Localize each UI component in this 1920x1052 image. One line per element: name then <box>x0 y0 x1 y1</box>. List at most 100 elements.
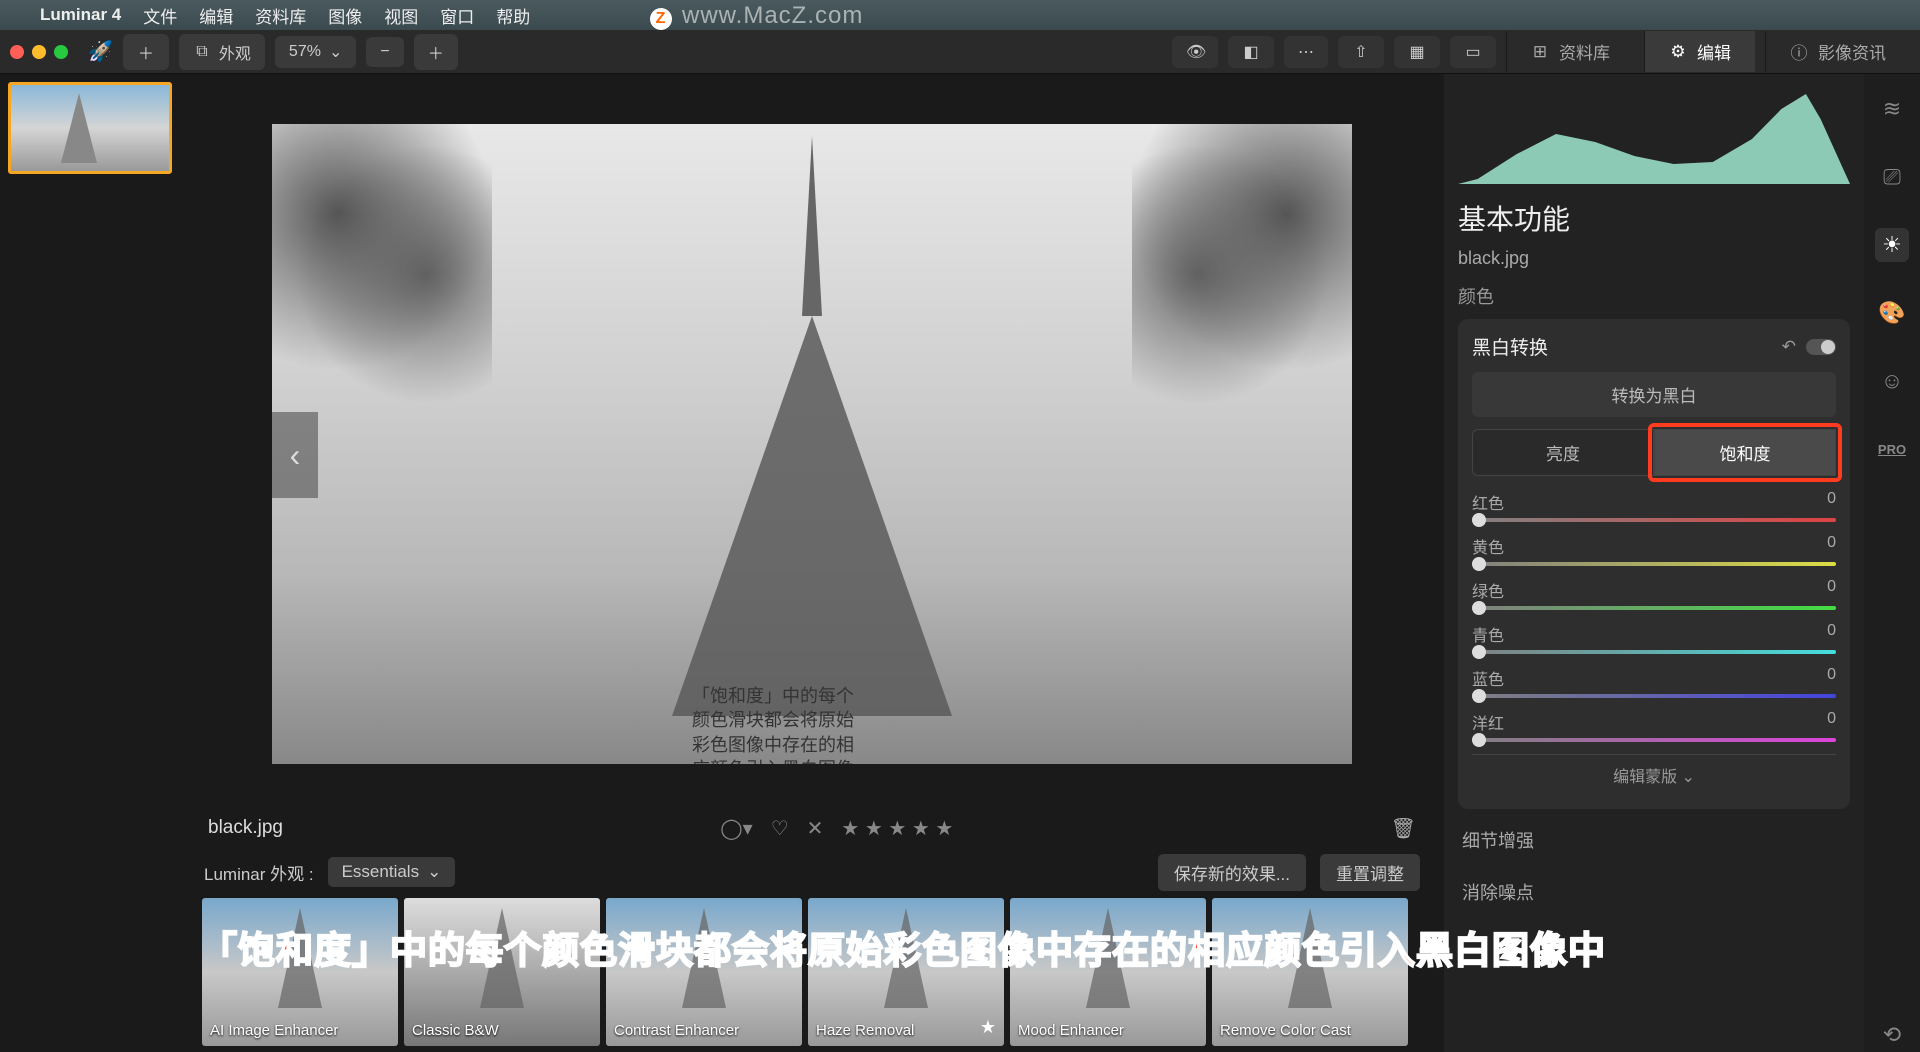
slider-knob[interactable] <box>1472 645 1486 659</box>
minimize-icon[interactable] <box>32 45 46 59</box>
tab-library[interactable]: ⊞资料库 <box>1506 31 1634 72</box>
slider-knob[interactable] <box>1472 689 1486 703</box>
preview-button[interactable]: 👁 <box>1172 36 1218 68</box>
looks-bar: Luminar 外观 : Essentials⌄ 保存新的效果... 重置调整 <box>190 852 1434 892</box>
canvas-icon[interactable]: ⎚ <box>1875 160 1909 194</box>
app-toolbar: 🚀 ＋ ⧉外观 57% ⌄ − ＋ 👁 ◧ ⋯ ⇧ ▦ ▭ ⊞资料库 ⚙编辑 ⓘ… <box>0 30 1920 74</box>
slider-value: 0 <box>1827 666 1836 690</box>
sliders-icon: ⚙ <box>1669 42 1687 62</box>
prev-image-button[interactable]: ‹ <box>272 412 318 498</box>
seg-brightness[interactable]: 亮度 <box>1472 429 1654 476</box>
histogram[interactable] <box>1458 84 1850 184</box>
ellipsis-button[interactable]: ⋯ <box>1284 36 1328 68</box>
add-button[interactable]: ＋ <box>123 34 169 70</box>
share-button[interactable]: ⇧ <box>1338 36 1384 68</box>
color-slider-黄色[interactable]: 黄色0 <box>1472 534 1836 566</box>
mac-menubar: Luminar 4 文件 编辑 资料库 图像 视图 窗口 帮助 <box>0 0 1920 30</box>
compare-button[interactable]: ◧ <box>1228 36 1274 68</box>
single-view-button[interactable]: ▭ <box>1450 36 1496 68</box>
convert-bw-button[interactable]: 转换为黑白 <box>1472 372 1836 417</box>
color-slider-绿色[interactable]: 绿色0 <box>1472 578 1836 610</box>
tool-toggle[interactable] <box>1806 339 1836 355</box>
color-slider-红色[interactable]: 红色 0 <box>1472 490 1836 522</box>
tutorial-overlay: 「饱和度」中的每个颜色滑块都会将原始彩色图像中存在的相应颜色引入黑白图像中 <box>200 920 1606 974</box>
panel-section: 颜色 <box>1458 283 1850 309</box>
appearance-label: 外观 <box>219 40 251 64</box>
slider-label: 青色 <box>1472 622 1504 646</box>
portrait-icon[interactable]: ☺ <box>1875 364 1909 398</box>
layers-icon[interactable]: ≋ <box>1875 92 1909 126</box>
history-icon[interactable]: ⟲ <box>1875 1018 1909 1052</box>
rating-stars[interactable]: ★ ★ ★ ★ ★ <box>841 816 953 841</box>
seg-saturation[interactable]: 饱和度 <box>1654 429 1836 476</box>
slider-track[interactable] <box>1472 738 1836 742</box>
slider-track[interactable] <box>1472 650 1836 654</box>
maximize-icon[interactable] <box>54 45 68 59</box>
slider-track[interactable] <box>1472 518 1836 522</box>
color-slider-洋红[interactable]: 洋红 0 <box>1472 710 1836 742</box>
trash-icon[interactable]: 🗑 <box>1391 816 1416 841</box>
main-image[interactable]: ‹ 「饱和度」中的每个 颜色滑块都会将原始 彩色图像中存在的相 应颜色引入黑白图… <box>272 124 1352 764</box>
slider-knob[interactable] <box>1472 513 1486 527</box>
zoom-dropdown[interactable]: 57% ⌄ <box>275 36 356 68</box>
reset-adjustments-button[interactable]: 重置调整 <box>1320 854 1420 891</box>
slider-knob[interactable] <box>1472 733 1486 747</box>
menu-image[interactable]: 图像 <box>328 3 362 28</box>
creative-icon[interactable]: 🎨 <box>1875 296 1909 330</box>
panel-title: 基本功能 <box>1458 198 1850 238</box>
menu-library[interactable]: 资料库 <box>255 3 306 28</box>
slider-knob[interactable] <box>1472 601 1486 615</box>
tab-info[interactable]: ⓘ影像资讯 <box>1765 31 1910 72</box>
panel-filename: black.jpg <box>1458 248 1850 269</box>
undo-icon[interactable]: ↶ <box>1782 337 1796 357</box>
eye-icon: 👁 <box>1186 42 1204 62</box>
close-icon[interactable] <box>10 45 24 59</box>
slider-label: 红色 <box>1472 490 1504 514</box>
appearance-button[interactable]: ⧉外观 <box>179 34 265 70</box>
slider-label: 绿色 <box>1472 578 1504 602</box>
edit-mask-button[interactable]: 编辑蒙版 ⌄ <box>1472 754 1836 795</box>
menu-file[interactable]: 文件 <box>143 3 177 28</box>
info-icon: ⓘ <box>1790 39 1808 64</box>
share-icon: ⇧ <box>1352 42 1370 62</box>
slider-track[interactable] <box>1472 694 1836 698</box>
app-name[interactable]: Luminar 4 <box>40 5 121 25</box>
slider-label: 黄色 <box>1472 534 1504 558</box>
filmstrip <box>0 74 180 1052</box>
thumbnail-selected[interactable] <box>8 82 172 174</box>
looks-prefix: Luminar 外观 : <box>204 860 314 885</box>
slider-track[interactable] <box>1472 606 1836 610</box>
favorite-icon[interactable]: ♡ <box>771 816 789 841</box>
pro-icon[interactable]: PRO <box>1875 432 1909 466</box>
zoom-value: 57% <box>289 43 321 61</box>
grid-icon: ▦ <box>1408 42 1426 62</box>
chevron-down-icon: ⌄ <box>1682 769 1695 786</box>
menu-help[interactable]: 帮助 <box>496 3 530 28</box>
color-slider-蓝色[interactable]: 蓝色0 <box>1472 666 1836 698</box>
color-slider-青色[interactable]: 青色0 <box>1472 622 1836 654</box>
rocket-icon[interactable]: 🚀 <box>88 39 113 64</box>
menu-edit[interactable]: 编辑 <box>199 3 233 28</box>
detail-enhance-row[interactable]: 细节增强 <box>1458 819 1850 861</box>
menu-view[interactable]: 视图 <box>384 3 418 28</box>
save-look-button[interactable]: 保存新的效果... <box>1158 854 1306 891</box>
slider-track[interactable] <box>1472 562 1836 566</box>
edit-panel: 基本功能 black.jpg 颜色 黑白转换 ↶ 转换为黑白 亮度 饱和度 红色… <box>1444 74 1864 1052</box>
slider-value: 0 <box>1827 710 1836 734</box>
chevron-down-icon: ⌄ <box>329 42 342 62</box>
tab-edit[interactable]: ⚙编辑 <box>1644 31 1755 72</box>
essentials-icon[interactable]: ☀ <box>1875 228 1909 262</box>
slider-label: 洋红 <box>1472 710 1504 734</box>
slider-knob[interactable] <box>1472 557 1486 571</box>
zoom-in-button[interactable]: ＋ <box>414 34 458 70</box>
image-info-bar: black.jpg ◯▾ ♡ ✕ ★ ★ ★ ★ ★ 🗑 <box>190 804 1434 852</box>
canvas-area: ‹ 「饱和度」中的每个 颜色滑块都会将原始 彩色图像中存在的相 应颜色引入黑白图… <box>190 84 1434 804</box>
zoom-out-button[interactable]: − <box>366 37 403 67</box>
reject-icon[interactable]: ✕ <box>807 816 824 841</box>
slider-value: 0 <box>1827 490 1836 514</box>
color-tag-icon[interactable]: ◯▾ <box>720 816 752 841</box>
menu-window[interactable]: 窗口 <box>440 3 474 28</box>
denoise-row[interactable]: 消除噪点 <box>1458 871 1850 913</box>
grid-view-button[interactable]: ▦ <box>1394 36 1440 68</box>
looks-category-dropdown[interactable]: Essentials⌄ <box>328 857 456 887</box>
